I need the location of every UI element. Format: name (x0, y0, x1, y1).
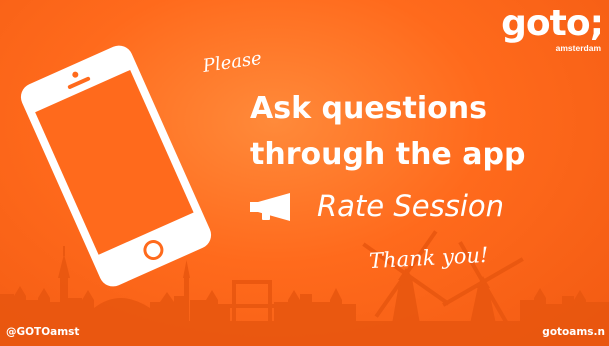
headline-line-2: through the app (250, 137, 526, 172)
headline-line-1: Ask questions (250, 91, 487, 126)
rate-session-label: Rate Session (317, 189, 504, 223)
logo-wordmark: goto; (501, 3, 604, 44)
goto-amsterdam-logo: goto; amsterdam (501, 4, 604, 56)
headline: Ask questions through the app (250, 86, 525, 178)
smartphone-icon (20, 45, 212, 287)
website-url: gotoams.n (542, 326, 605, 338)
conference-slide: goto; amsterdam Please Ask questions thr… (0, 0, 609, 346)
logo-city: amsterdam (555, 43, 601, 53)
twitter-handle: @GOTOamst (6, 326, 80, 338)
megaphone-icon (250, 193, 290, 221)
